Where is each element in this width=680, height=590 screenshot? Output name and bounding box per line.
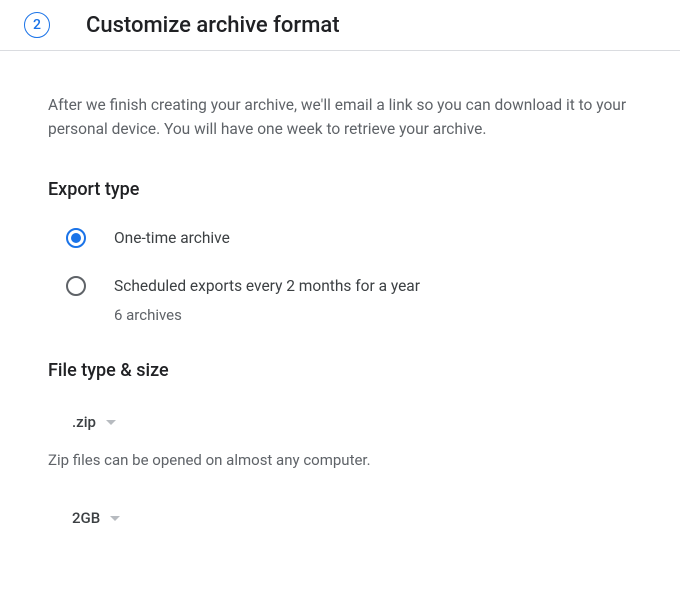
radio-selected-icon — [66, 228, 86, 248]
file-type-hint: Zip files can be opened on almost any co… — [48, 451, 632, 469]
step-number: 2 — [33, 17, 41, 33]
description-text: After we finish creating your archive, w… — [48, 93, 632, 141]
file-size-value: 2GB — [72, 509, 100, 527]
file-type-value: .zip — [72, 413, 96, 431]
radio-sublabel-scheduled: 6 archives — [114, 306, 632, 324]
export-type-title: Export type — [48, 179, 632, 200]
file-type-dropdown[interactable]: .zip — [66, 409, 122, 435]
content-area: After we finish creating your archive, w… — [0, 51, 680, 531]
chevron-down-icon — [110, 516, 120, 521]
radio-unselected-icon — [66, 276, 86, 296]
export-type-onetime[interactable]: One-time archive — [48, 228, 632, 248]
file-type-size-title: File type & size — [48, 360, 632, 381]
step-number-badge: 2 — [24, 12, 50, 38]
chevron-down-icon — [106, 420, 116, 425]
radio-label-scheduled: Scheduled exports every 2 months for a y… — [114, 277, 420, 295]
export-type-scheduled[interactable]: Scheduled exports every 2 months for a y… — [48, 276, 632, 296]
page-title: Customize archive format — [86, 13, 340, 38]
step-header: 2 Customize archive format — [0, 0, 680, 51]
radio-label-onetime: One-time archive — [114, 229, 230, 247]
file-size-dropdown[interactable]: 2GB — [66, 505, 126, 531]
